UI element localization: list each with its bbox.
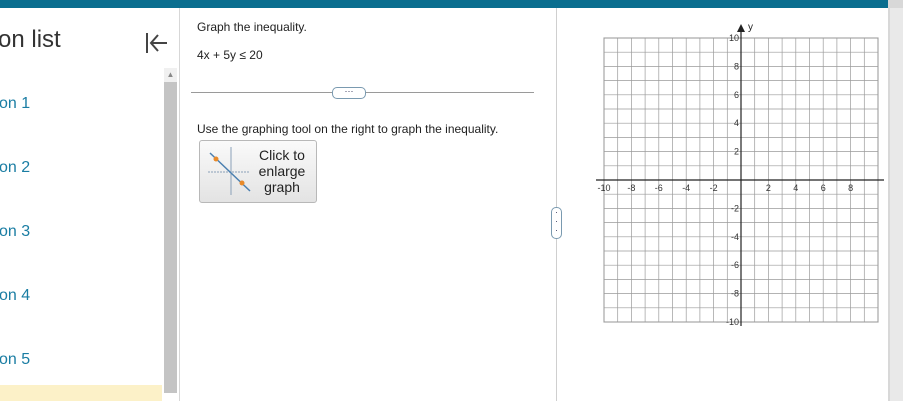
y-tick-label: 4 [734,118,739,128]
coordinate-graph[interactable]: y -10 -8 -6 -4 -2 2 4 6 8 10 8 6 4 2 -2 -4 -6 -8 -10 [592,18,884,333]
question-item-5[interactable]: on 5 [0,351,30,369]
x-tick-label: 8 [848,183,853,193]
x-tick-label: 6 [821,183,826,193]
x-tick-label: -6 [655,183,663,193]
page-scrollbar-track[interactable] [890,8,903,401]
y-tick-label: -8 [731,289,739,299]
enlarge-graph-button[interactable]: Click to enlarge graph [199,140,317,203]
question-item-4[interactable]: on 4 [0,287,30,305]
splitter-handle[interactable]: · · · [551,207,562,239]
question-item-3[interactable]: on 3 [0,223,30,241]
question-list-sidebar: on list on 1 on 2 on 3 on 4 on 5 [0,8,180,401]
question-inequality: 4x + 5y ≤ 20 [197,48,263,62]
enlarge-label-line2: enlarge [258,163,306,179]
scroll-up-arrow-icon[interactable]: ▲ [164,68,177,81]
sidebar-scrollbar-thumb[interactable] [164,82,177,393]
panel-splitter [556,8,557,401]
collapse-left-icon [146,33,167,53]
y-tick-label: -6 [731,260,739,270]
question-item-1[interactable]: on 1 [0,95,30,113]
y-axis-arrow-icon [737,24,745,32]
graphing-tool-hint: Use the graphing tool on the right to gr… [197,122,499,136]
graph-thumbnail-icon [208,147,251,195]
enlarge-label-line3: graph [264,179,300,195]
y-axis-label: y [748,22,753,33]
collapse-sidebar-button[interactable] [143,30,169,56]
enlarge-label-line1: Click to [259,147,305,163]
y-tick-label: 2 [734,147,739,157]
x-tick-label: -2 [710,183,718,193]
x-tick-label: 2 [766,183,771,193]
question-item-2[interactable]: on 2 [0,159,30,177]
y-tick-label: 6 [734,90,739,100]
x-tick-label: -10 [597,183,610,193]
x-tick-label: 4 [793,183,798,193]
sidebar-title: on list [0,26,61,53]
expand-more-button[interactable]: ⋯ [332,87,366,99]
x-tick-label: -4 [682,183,690,193]
y-tick-label: -2 [731,203,739,213]
y-tick-label: 10 [729,33,739,43]
y-tick-label: -4 [731,232,739,242]
y-tick-label: 8 [734,61,739,71]
x-tick-label: -8 [627,183,635,193]
y-tick-label: -10 [726,317,739,327]
question-instruction: Graph the inequality. [197,20,307,34]
current-question-highlight [0,385,162,401]
top-accent-bar [0,0,888,8]
